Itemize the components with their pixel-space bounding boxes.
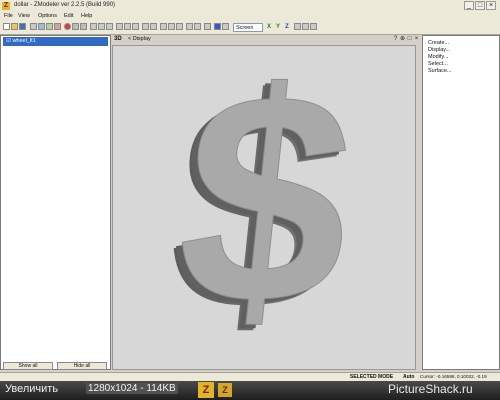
tool-icon[interactable] [90, 23, 97, 30]
tool-icon[interactable] [186, 23, 193, 30]
minimize-button[interactable]: _ [464, 1, 474, 10]
light-icon[interactable] [214, 23, 221, 30]
tool-icon[interactable] [124, 23, 131, 30]
rotate-tool-icon[interactable] [46, 23, 53, 30]
watermark: PictureShack.ru [388, 382, 473, 396]
viewport-close-icon[interactable]: × [413, 36, 420, 43]
menu-file[interactable]: File [4, 13, 13, 19]
menu-edit[interactable]: Edit [64, 13, 73, 19]
record-icon[interactable] [64, 23, 71, 30]
tool-icon[interactable] [98, 23, 105, 30]
maximize-button[interactable]: □ [475, 1, 485, 10]
tool-icon[interactable] [294, 23, 301, 30]
tree-item-wheel[interactable]: ☑ wheel_lt1 [3, 37, 108, 46]
object-tree-panel [0, 35, 111, 370]
tool-icon[interactable] [310, 23, 317, 30]
tool-icon[interactable] [168, 23, 175, 30]
scale-tool-icon[interactable] [54, 23, 61, 30]
tool-icon[interactable] [150, 23, 157, 30]
viewport-title[interactable]: < Display [128, 36, 151, 42]
menu-help[interactable]: Help [81, 13, 92, 19]
tool-icon[interactable] [116, 23, 123, 30]
tool-icon[interactable] [302, 23, 309, 30]
command-display[interactable]: Display... [428, 47, 450, 53]
save-icon[interactable] [19, 23, 26, 30]
view-mode-select[interactable]: Screen [233, 23, 263, 32]
close-button[interactable]: × [486, 1, 496, 10]
tool-icon[interactable] [142, 23, 149, 30]
axis-x-toggle[interactable]: X [265, 23, 273, 32]
app-icon[interactable]: Z [2, 2, 10, 10]
dollar-model-icon: $ $ $ [157, 30, 368, 372]
open-file-icon[interactable] [11, 23, 18, 30]
zmodeler-taskbar-icon[interactable]: Z [198, 382, 214, 398]
show-all-button[interactable]: Show all [3, 362, 53, 370]
dollar-model-face: $ [165, 46, 367, 366]
zmodeler-taskbar-icon-2[interactable]: Z [218, 383, 232, 397]
hide-all-button[interactable]: Hide all [57, 362, 107, 370]
menu-bar [0, 12, 500, 21]
command-modify[interactable]: Modify... [428, 54, 448, 60]
tool-icon[interactable] [204, 23, 211, 30]
command-create[interactable]: Create... [428, 40, 449, 46]
tool-icon[interactable] [106, 23, 113, 30]
tool-icon[interactable] [160, 23, 167, 30]
command-select[interactable]: Select... [428, 61, 448, 67]
tool-icon[interactable] [222, 23, 229, 30]
image-size-label: 1280x1024 - 114KB [86, 383, 178, 394]
menu-view[interactable]: View [18, 13, 30, 19]
undo-icon[interactable] [80, 23, 87, 30]
tool-icon[interactable] [176, 23, 183, 30]
viewport-maximize-icon[interactable]: □ [406, 36, 413, 43]
tool-icon[interactable] [194, 23, 201, 30]
axis-z-toggle[interactable]: Z [283, 23, 291, 32]
status-auto[interactable]: Auto [403, 374, 414, 380]
command-panel [422, 35, 500, 370]
move-tool-icon[interactable] [38, 23, 45, 30]
new-file-icon[interactable] [3, 23, 10, 30]
3d-viewport[interactable]: $ $ $ [112, 30, 416, 372]
window-title: dollar - ZModeler ver 2.2.5 (Build 990) [14, 2, 116, 8]
status-mode: SELECTED MODE [350, 374, 394, 380]
zoom-link[interactable]: Увеличить [5, 383, 58, 395]
select-tool-icon[interactable] [30, 23, 37, 30]
tool-icon[interactable] [132, 23, 139, 30]
menu-options[interactable]: Options [38, 13, 57, 19]
tool-icon[interactable] [72, 23, 79, 30]
viewport-mode-label[interactable]: 3D [114, 36, 122, 42]
viewport-help-icon[interactable]: ? [392, 36, 399, 43]
status-cursor-coords: Cursor: -0.16598, 0.10032, -0.19 [420, 374, 487, 379]
axis-y-toggle[interactable]: Y [274, 23, 282, 32]
viewport-zoom-icon[interactable]: ⊕ [399, 36, 406, 43]
command-surface[interactable]: Surface... [428, 68, 452, 74]
